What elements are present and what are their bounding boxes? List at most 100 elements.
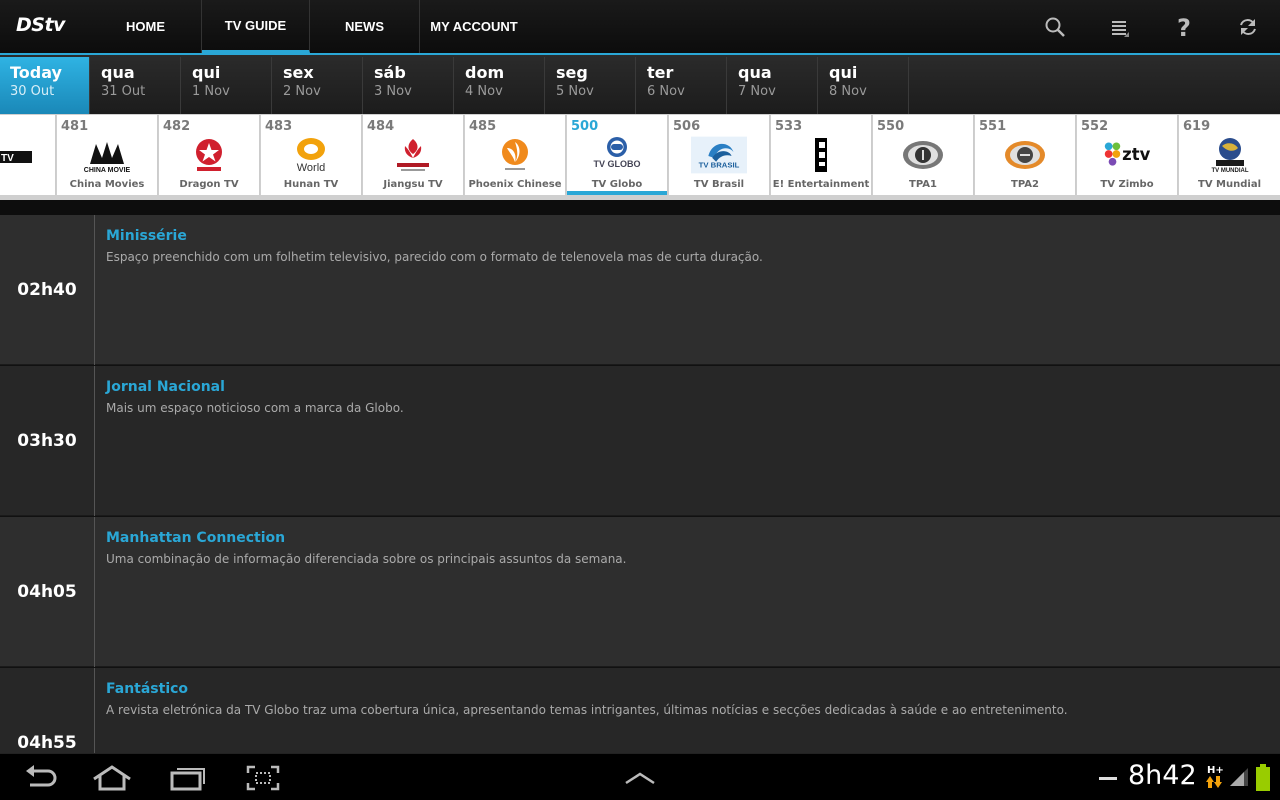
day-name: qui bbox=[829, 63, 858, 82]
search-icon[interactable] bbox=[1040, 12, 1070, 42]
home-icon[interactable] bbox=[90, 762, 134, 794]
day-item[interactable]: sex 2 Nov bbox=[273, 57, 363, 114]
channel-item-619[interactable]: 619 TV MUNDIAL TV Mundial bbox=[1179, 115, 1280, 195]
day-date: 30 Out bbox=[10, 84, 55, 99]
chevron-up-icon[interactable] bbox=[618, 762, 662, 794]
day-date: 5 Nov bbox=[556, 84, 594, 99]
programme-description: Mais um espaço noticioso com a marca da … bbox=[106, 401, 404, 415]
channel-number: 481 bbox=[61, 119, 89, 134]
tab-my-account[interactable]: MY ACCOUNT bbox=[420, 0, 528, 53]
programme-title: Fantástico bbox=[106, 681, 189, 697]
programme-row[interactable]: 04h55 Fantástico A revista eletrónica da… bbox=[0, 668, 1280, 753]
brasil-logo-text: TV BRASIL bbox=[699, 161, 740, 170]
top-bar: DStv HOME TV GUIDE NEWS MY ACCOUNT ? bbox=[0, 0, 1280, 55]
day-item[interactable]: sáb 3 Nov bbox=[364, 57, 454, 114]
e-entertainment-logo bbox=[793, 135, 849, 175]
globo-logo-text: TV GLOBO bbox=[594, 159, 641, 169]
channel-name: TV Brasil bbox=[693, 179, 745, 190]
programme-list[interactable]: 02h40 Minissérie Espaço preenchido com u… bbox=[0, 200, 1280, 753]
day-name: ter bbox=[647, 63, 674, 82]
day-item[interactable]: ter 6 Nov bbox=[637, 57, 727, 114]
channel-number: 506 bbox=[673, 119, 701, 134]
channel-item-506[interactable]: 506 TV BRASIL TV Brasil bbox=[669, 115, 770, 195]
channel-number: 483 bbox=[265, 119, 293, 134]
channel-name: E! Entertainment bbox=[772, 179, 870, 190]
channel-item-481[interactable]: 481 CHINA MOVIE China Movies bbox=[57, 115, 158, 195]
channel-item-482[interactable]: 482 Dragon TV bbox=[159, 115, 260, 195]
day-date: 7 Nov bbox=[738, 84, 776, 99]
system-nav-bar: 8h42 H+ bbox=[0, 753, 1280, 800]
channel-number: 484 bbox=[367, 119, 395, 134]
day-selector: Today 30 Out qua 31 Out qui 1 Nov sex 2 … bbox=[0, 55, 1280, 114]
tab-news[interactable]: NEWS bbox=[310, 0, 420, 53]
day-item[interactable]: seg 5 Nov bbox=[546, 57, 636, 114]
channel-name: Jiangsu TV bbox=[383, 179, 443, 190]
channel-item-partial[interactable]: TV bbox=[0, 115, 56, 195]
channel-number: 550 bbox=[877, 119, 905, 134]
tab-my-account-label: MY ACCOUNT bbox=[430, 19, 518, 34]
programme-description: A revista eletrónica da TV Globo traz um… bbox=[106, 703, 1068, 717]
signal-icon bbox=[1228, 766, 1250, 788]
list-spacer bbox=[0, 200, 1280, 215]
channel-item-533[interactable]: 533 E! Entertainment bbox=[771, 115, 872, 195]
jiangsu-tv-logo bbox=[385, 135, 441, 175]
menu-icon[interactable] bbox=[1105, 12, 1135, 42]
channel-name: China Movies bbox=[69, 179, 145, 190]
channel-item-484[interactable]: 484 Jiangsu TV bbox=[363, 115, 464, 195]
channel-number: 485 bbox=[469, 119, 497, 134]
day-item[interactable]: qui 8 Nov bbox=[819, 57, 909, 114]
programme-time: 03h30 bbox=[0, 366, 95, 516]
partial-logo-text: TV bbox=[1, 153, 14, 164]
tab-home-label: HOME bbox=[126, 19, 165, 34]
channel-name: TV Zimbo bbox=[1100, 179, 1154, 190]
screenshot-icon[interactable] bbox=[241, 762, 285, 794]
day-date: 3 Nov bbox=[374, 84, 412, 99]
status-clock: 8h42 bbox=[1128, 760, 1197, 791]
channel-number: 552 bbox=[1081, 119, 1109, 134]
network-label: H+ bbox=[1207, 765, 1224, 776]
day-name: dom bbox=[465, 63, 505, 82]
day-date: 2 Nov bbox=[283, 84, 321, 99]
dstv-logo[interactable]: DStv bbox=[16, 14, 88, 42]
programme-title: Manhattan Connection bbox=[106, 530, 286, 546]
channel-item-483[interactable]: 483 World Hunan TV bbox=[261, 115, 362, 195]
day-item[interactable]: qua 7 Nov bbox=[728, 57, 818, 114]
channel-name: Dragon TV bbox=[179, 179, 239, 190]
programme-title: Jornal Nacional bbox=[106, 379, 225, 395]
china-movie-text: CHINA MOVIE bbox=[84, 167, 131, 174]
day-date: 8 Nov bbox=[829, 84, 867, 99]
partial-channel-logo: TV bbox=[0, 151, 32, 164]
channel-item-552[interactable]: 552 ztv TV Zimbo bbox=[1077, 115, 1178, 195]
day-date: 1 Nov bbox=[192, 84, 230, 99]
day-item[interactable]: qui 1 Nov bbox=[182, 57, 272, 114]
refresh-icon[interactable] bbox=[1233, 12, 1263, 42]
day-name: Today bbox=[10, 63, 62, 82]
programme-row[interactable]: 02h40 Minissérie Espaço preenchido com u… bbox=[0, 215, 1280, 365]
programme-row[interactable]: 04h05 Manhattan Connection Uma combinaçã… bbox=[0, 517, 1280, 667]
channel-number: 619 bbox=[1183, 119, 1211, 134]
day-name: sex bbox=[283, 63, 314, 82]
help-icon[interactable]: ? bbox=[1168, 12, 1198, 42]
zimbo-logo-text: ztv bbox=[1122, 145, 1150, 164]
channel-number: 551 bbox=[979, 119, 1007, 134]
channel-item-485[interactable]: 485 Phoenix Chinese bbox=[465, 115, 566, 195]
day-item[interactable]: dom 4 Nov bbox=[455, 57, 545, 114]
programme-row[interactable]: 03h30 Jornal Nacional Mais um espaço not… bbox=[0, 366, 1280, 516]
hunan-logo-text: World bbox=[297, 162, 326, 174]
tab-tv-guide[interactable]: TV GUIDE bbox=[202, 0, 310, 53]
channel-item-550[interactable]: 550 TPA1 bbox=[873, 115, 974, 195]
tv-brasil-logo: TV BRASIL bbox=[691, 135, 747, 175]
channel-item-500[interactable]: 500 TV GLOBO TV Globo bbox=[567, 115, 668, 195]
day-item[interactable]: qua 31 Out bbox=[91, 57, 181, 114]
battery-icon bbox=[1255, 764, 1271, 792]
tab-tv-guide-label: TV GUIDE bbox=[224, 17, 287, 33]
channel-number: 500 bbox=[571, 119, 599, 134]
recent-apps-icon[interactable] bbox=[166, 762, 210, 794]
svg-text:?: ? bbox=[1177, 15, 1191, 39]
back-icon[interactable] bbox=[18, 762, 62, 794]
programme-time: 04h55 bbox=[0, 668, 95, 753]
channel-item-551[interactable]: 551 TPA2 bbox=[975, 115, 1076, 195]
tab-home[interactable]: HOME bbox=[90, 0, 202, 53]
day-item-today[interactable]: Today 30 Out bbox=[0, 57, 90, 114]
minimize-dash-icon bbox=[1099, 777, 1117, 780]
